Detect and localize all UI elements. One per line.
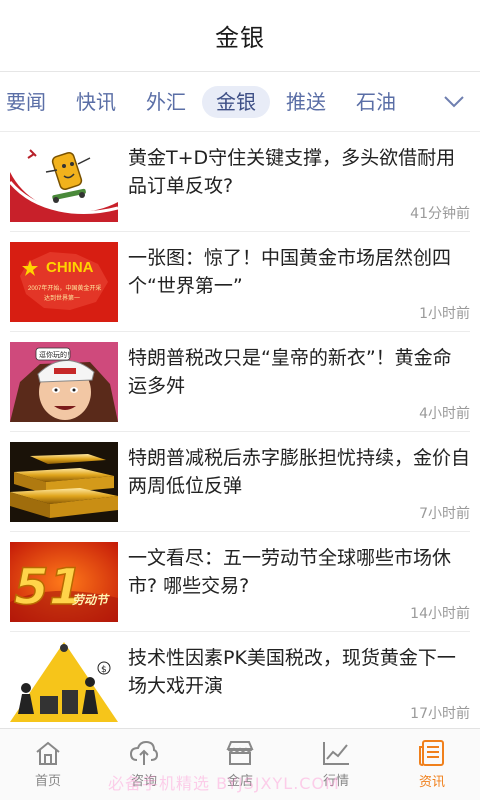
news-time: 1小时前: [419, 306, 470, 322]
tab-gold-silver[interactable]: 金银: [202, 86, 270, 118]
news-title: 黄金T+D守住关键支撑，多头欲借耐用品订单反攻?: [128, 147, 456, 197]
thumb-china-text: CHINA: [46, 259, 94, 276]
nav-market[interactable]: 行情: [288, 729, 384, 800]
tab-oil[interactable]: 石油: [342, 86, 410, 118]
tab-push[interactable]: 推送: [272, 86, 340, 118]
tab-forex[interactable]: 外汇: [132, 86, 200, 118]
nav-home[interactable]: 首页: [0, 729, 96, 800]
nav-label: 资讯: [418, 775, 445, 790]
nav-store[interactable]: 金店: [192, 729, 288, 800]
thumb-china-caption-1: 2007年开始，中国黄金开采: [28, 284, 101, 292]
app-header: 金银: [0, 0, 480, 72]
thumb-dollar-sign: $: [101, 665, 107, 675]
news-thumbnail-china-map: CHINA 2007年开始，中国黄金开采 达到世界第一: [10, 242, 118, 322]
news-icon: [419, 740, 444, 766]
tab-track: 要闻 快讯 外汇 金银 推送 石油: [0, 72, 412, 131]
chart-icon: [323, 742, 349, 765]
nav-consult[interactable]: 咨询: [96, 729, 192, 800]
cloud-upload-icon: [129, 740, 159, 765]
nav-label: 首页: [34, 774, 61, 789]
news-time: 14小时前: [410, 606, 470, 622]
news-title: 技术性因素PK美国税改，现货黄金下一场大戏开演: [128, 647, 456, 697]
nav-label: 行情: [322, 774, 349, 789]
news-time: 7小时前: [419, 506, 470, 522]
news-thumbnail-gold-bars: [10, 442, 118, 522]
page-title: 金银: [215, 24, 265, 52]
category-tabs: 要闻 快讯 外汇 金银 推送 石油: [0, 72, 480, 132]
thumb-caricature-caption: 逗你玩的！: [39, 350, 74, 359]
thumb-51-number: 51: [14, 558, 84, 616]
tab-headlines[interactable]: 要闻: [0, 86, 60, 118]
home-icon: [36, 741, 60, 765]
thumb-china-caption-2: 达到世界第一: [44, 294, 80, 302]
news-thumbnail-gold-skateboard: [10, 142, 118, 222]
news-title: 特朗普税改只是“皇帝的新衣”！黄金命运多舛: [128, 347, 452, 397]
nav-label: 咨询: [130, 774, 157, 789]
news-thumbnail-spotlight: $: [10, 642, 118, 722]
expand-tabs-button[interactable]: [428, 72, 480, 131]
news-list: 黄金T+D守住关键支撑，多头欲借耐用品订单反攻? 41分钟前 CHINA 200…: [0, 132, 480, 732]
news-item[interactable]: $ 技术性因素PK美国税改，现货黄金下一场大戏开演 17小时前: [10, 632, 470, 732]
store-icon: [226, 741, 254, 765]
news-item[interactable]: 特朗普减税后赤字膨胀担忧持续，金价自两周低位反弹 7小时前: [10, 432, 470, 532]
news-item[interactable]: 逗你玩的！ 特朗普税改只是“皇帝的新衣”！黄金命运多舛 4小时前: [10, 332, 470, 432]
news-thumbnail-labor-day: 51 劳动节: [10, 542, 118, 622]
bottom-navigation: 首页 咨询 金店 行情 资讯: [0, 728, 480, 800]
news-time: 17小时前: [410, 706, 470, 722]
thumb-51-label: 劳动节: [72, 593, 110, 607]
news-item[interactable]: 51 劳动节 一文看尽：五一劳动节全球哪些市场休市? 哪些交易? 14小时前: [10, 532, 470, 632]
news-title: 一文看尽：五一劳动节全球哪些市场休市? 哪些交易?: [128, 547, 452, 597]
news-item[interactable]: CHINA 2007年开始，中国黄金开采 达到世界第一 一张图：惊了！中国黄金市…: [10, 232, 470, 332]
news-title: 特朗普减税后赤字膨胀担忧持续，金价自两周低位反弹: [128, 447, 471, 497]
news-time: 41分钟前: [410, 206, 470, 222]
news-title: 一张图：惊了！中国黄金市场居然创四个“世界第一”: [128, 247, 452, 297]
news-thumbnail-caricature: 逗你玩的！: [10, 342, 118, 422]
nav-news[interactable]: 资讯: [384, 729, 480, 800]
news-item[interactable]: 黄金T+D守住关键支撑，多头欲借耐用品订单反攻? 41分钟前: [10, 132, 470, 232]
nav-label: 金店: [226, 774, 253, 789]
news-time: 4小时前: [419, 406, 470, 422]
tab-flash[interactable]: 快讯: [62, 86, 130, 118]
chevron-down-icon: [444, 96, 464, 108]
